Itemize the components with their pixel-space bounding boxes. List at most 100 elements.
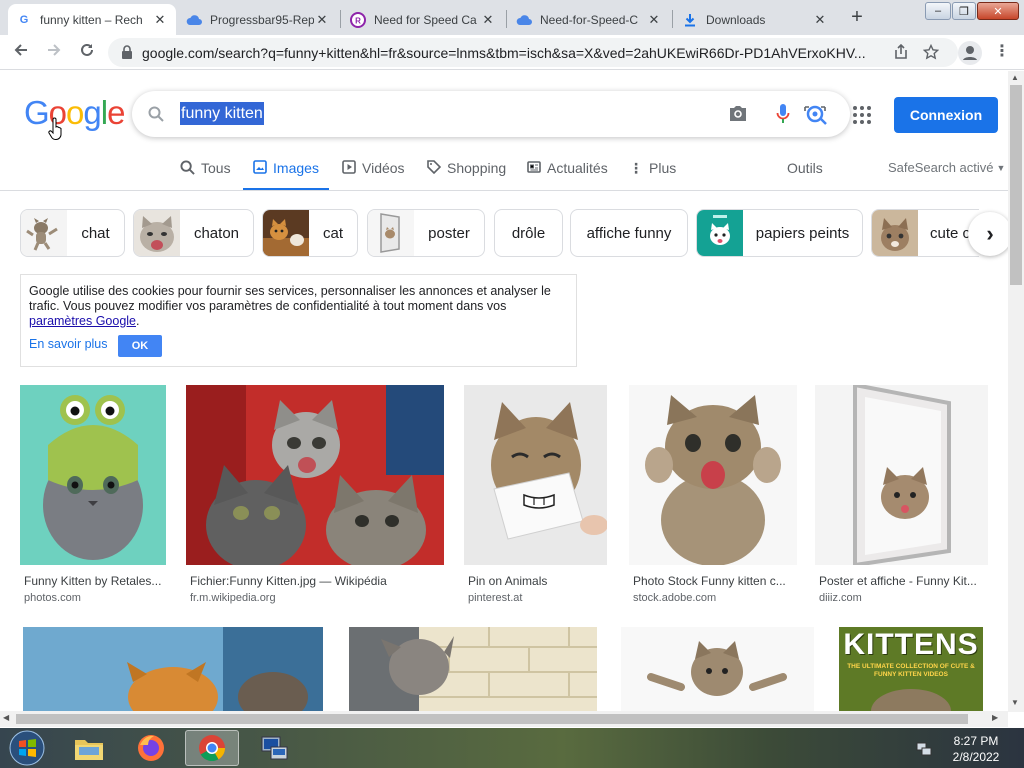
search-box[interactable]: funny kitten [132,91,850,137]
sign-in-button[interactable]: Connexion [894,97,998,133]
close-window-button[interactable]: ✕ [977,2,1019,20]
image-caption[interactable]: Photo Stock Funny kitten c... [633,574,797,588]
back-button[interactable] [9,40,33,64]
browser-menu-icon[interactable]: ⋮ [994,43,1010,63]
tab-title: funny kitten – Rech [40,12,143,27]
microphone-icon[interactable] [776,103,790,125]
kitten-illustration [871,689,951,711]
tab-downloads[interactable]: Downloads ✕ [674,4,836,35]
address-bar[interactable]: google.com/search?q=funny+kitten&hl=fr&s… [108,38,958,67]
tab-videos[interactable]: Vidéos [342,160,405,191]
restore-button[interactable]: ❐ [952,2,976,20]
image-thumbnail[interactable] [621,627,814,711]
new-tab-button[interactable]: + [845,6,869,30]
privacy-settings-link[interactable]: paramètres Google [29,314,136,328]
taskbar-explorer[interactable] [62,730,116,766]
image-icon [253,160,267,174]
scroll-down-arrow-icon[interactable]: ▼ [1011,698,1019,707]
share-icon[interactable] [893,44,909,60]
google-lens-icon[interactable] [802,103,830,125]
apps-grid-icon[interactable] [852,105,872,125]
image-source: fr.m.wikipedia.org [190,592,276,604]
learn-more-link[interactable]: En savoir plus [29,337,108,352]
system-clock[interactable]: 8:27 PM 2/8/2022 [946,733,1006,765]
chip-papiers-peints[interactable]: papiers peints [696,209,863,257]
chip-cat[interactable]: cat [262,209,358,257]
tab-close-icon[interactable]: ✕ [480,12,496,28]
safesearch-label: SafeSearch activé [888,160,994,175]
chip-thumbnail [134,210,180,256]
tab-close-icon[interactable]: ✕ [812,12,828,28]
tab-label: Images [273,160,319,176]
cookie-notice: Google utilise des cookies pour fournir … [20,274,577,367]
google-logo[interactable]: Google [24,94,125,132]
image-caption[interactable]: Poster et affiche - Funny Kit... [819,574,988,588]
image-thumbnail[interactable] [815,385,988,565]
horizontal-scrollbar[interactable]: ◀ ▶ [0,711,1008,727]
image-caption[interactable]: Funny Kitten by Retales... [24,574,166,588]
taskbar-firefox[interactable] [124,730,178,766]
taskbar-chrome[interactable] [185,730,239,766]
tab-close-icon[interactable]: ✕ [646,12,662,28]
network-icon[interactable] [916,741,932,757]
tab-close-icon[interactable]: ✕ [314,12,330,28]
chip-cute-c[interactable]: cute c [871,209,979,257]
tab-all[interactable]: Tous [180,160,231,191]
tab-label: Vidéos [362,160,405,176]
image-source: pinterest.at [468,592,523,604]
forward-button[interactable] [42,40,66,64]
tools-button[interactable]: Outils [787,160,823,191]
url-text[interactable]: google.com/search?q=funny+kitten&hl=fr&s… [142,45,874,61]
chevron-right-icon[interactable]: › [968,212,1012,256]
image-thumbnail[interactable] [464,385,607,565]
image-thumbnail[interactable] [23,627,323,711]
chip-chaton[interactable]: chaton [133,209,254,257]
restore-icon: ❐ [959,5,969,18]
vertical-scrollbar[interactable]: ▲ ▼ [1008,71,1024,712]
image-caption[interactable]: Fichier:Funny Kitten.jpg — Wikipédia [190,574,444,588]
image-thumbnail[interactable] [186,385,444,565]
news-icon [527,161,541,173]
search-input[interactable]: funny kitten [180,102,264,125]
chip-affiche-funny[interactable]: affiche funny [570,209,688,257]
bookmark-star-icon[interactable] [923,44,939,60]
profile-avatar[interactable] [958,41,982,65]
tab-more[interactable]: ⋮ Plus [629,160,676,191]
banner-title: KITTENS [843,628,979,661]
start-button[interactable] [2,728,52,768]
cookie-text-end: . [136,314,140,328]
tab-progressbar95[interactable]: Progressbar95-Rep ✕ [178,4,338,35]
image-thumbnail[interactable] [20,385,166,565]
logo-letter: g [83,94,101,131]
reload-button[interactable] [75,40,99,64]
browser-toolbar: google.com/search?q=funny+kitten&hl=fr&s… [0,35,1024,70]
chip-chat[interactable]: chat [20,209,125,257]
tab-shopping[interactable]: Shopping [427,160,506,191]
minimize-button[interactable]: – [925,2,951,20]
ok-button[interactable]: OK [118,335,162,357]
chip-thumbnail [21,210,67,256]
hand-cursor-icon [48,117,62,140]
tab-images[interactable]: Images [243,160,329,191]
chip-poster[interactable]: poster [367,209,485,257]
vertical-scroll-thumb[interactable] [1010,85,1022,285]
tab-news[interactable]: Actualités [527,160,608,191]
tag-icon [427,160,441,174]
chip-drole[interactable]: drôle [494,209,563,257]
image-thumbnail[interactable] [629,385,797,565]
safesearch-menu[interactable]: SafeSearch activé ▼ [888,160,1005,191]
tab-close-icon[interactable]: ✕ [152,12,168,28]
scroll-up-arrow-icon[interactable]: ▲ [1011,73,1019,82]
image-thumbnail[interactable]: KITTENS THE ULTIMATE COLLECTION OF CUTE … [839,627,983,711]
image-caption[interactable]: Pin on Animals [468,574,607,588]
taskbar-app[interactable] [247,730,301,766]
tab-need-for-speed-c[interactable]: Need-for-Speed-C ✕ [508,4,670,35]
tab-need-for-speed[interactable]: R Need for Speed Ca ✕ [342,4,504,35]
image-thumbnail[interactable] [349,627,597,711]
chip-label: chaton [193,224,240,242]
camera-icon[interactable] [728,104,748,122]
tab-funny-kitten[interactable]: G funny kitten – Rech ✕ [8,4,176,35]
scroll-right-arrow-icon[interactable]: ▶ [992,713,998,722]
scroll-left-arrow-icon[interactable]: ◀ [3,713,9,722]
horizontal-scroll-thumb[interactable] [16,714,968,724]
